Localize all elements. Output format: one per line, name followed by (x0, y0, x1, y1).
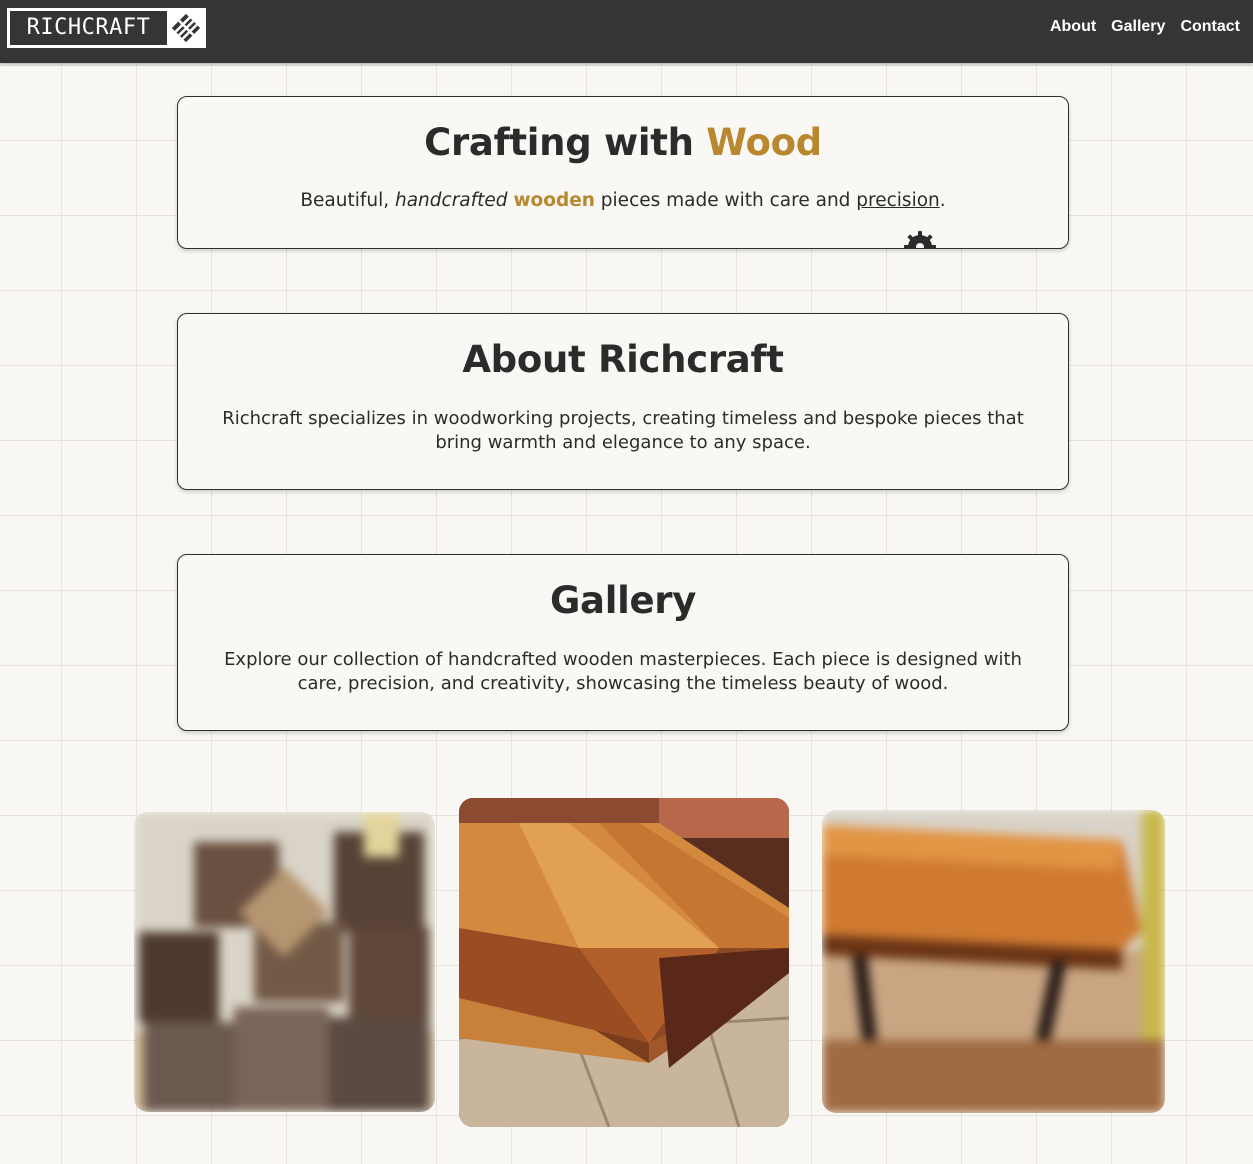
richcraft-logo[interactable]: RICHCRAFT (7, 8, 206, 48)
gallery-card: Gallery Explore our collection of handcr… (177, 554, 1069, 731)
hero-sub-text-1: Beautiful, (300, 190, 395, 211)
hero-title-accent: Wood (706, 121, 822, 164)
hero-sub-italic: handcrafted (395, 190, 508, 211)
precision-link[interactable]: precision (856, 190, 939, 211)
table-photo (822, 810, 1165, 1113)
hero-sub-text-4: . (939, 190, 946, 211)
logo-diamond-icon (171, 13, 201, 43)
gear-icon (904, 231, 936, 248)
hero-title-main: Crafting with (424, 121, 707, 164)
about-title: About Richcraft (462, 338, 784, 381)
gallery-image-boxes[interactable] (134, 812, 435, 1112)
nav-links: About Gallery Contact (1050, 18, 1240, 36)
logo-text: RICHCRAFT (10, 11, 167, 45)
nav-link-contact[interactable]: Contact (1180, 18, 1240, 36)
hero-card: Crafting with Wood Beautiful, handcrafte… (177, 96, 1069, 249)
nav-link-about[interactable]: About (1050, 18, 1096, 36)
boxes-photo (134, 812, 435, 1112)
about-card: About Richcraft Richcraft specializes in… (177, 313, 1069, 490)
about-text: Richcraft specializes in woodworking pro… (222, 408, 1024, 453)
hero-sub-highlight: wooden (513, 190, 595, 211)
gallery-image-table[interactable] (822, 810, 1165, 1113)
hero-sub-text-3: pieces made with care and (594, 190, 857, 211)
hero-title: Crafting with Wood (178, 121, 1068, 164)
gallery-text: Explore our collection of handcrafted wo… (224, 649, 1022, 694)
gallery-image-cutting-boards[interactable] (459, 798, 789, 1127)
gallery-title: Gallery (549, 579, 697, 622)
nav-link-gallery[interactable]: Gallery (1111, 18, 1165, 36)
hero-subtitle: Beautiful, handcrafted wooden pieces mad… (178, 189, 1068, 213)
navbar: RICHCRAFT About Gallery Contact (0, 0, 1253, 63)
cutting-boards-photo (459, 798, 789, 1127)
